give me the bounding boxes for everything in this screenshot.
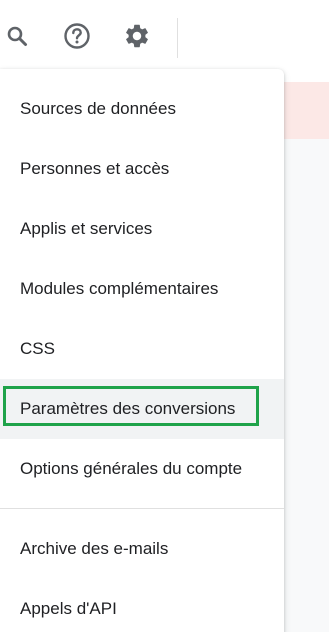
search-icon: [5, 24, 29, 48]
menu-item-css[interactable]: CSS: [0, 319, 284, 379]
menu-item-data-sources[interactable]: Sources de données: [0, 79, 284, 139]
menu-item-label: Appels d'API: [20, 599, 117, 618]
menu-item-email-archive[interactable]: Archive des e-mails: [0, 519, 284, 579]
gear-icon: [123, 22, 151, 50]
menu-item-label: Applis et services: [20, 219, 153, 238]
background-alert-banner: [284, 82, 329, 139]
menu-item-conversion-settings[interactable]: Paramètres des conversions: [0, 379, 284, 439]
page: Sources de données Personnes et accès Ap…: [0, 0, 329, 632]
menu-item-label: Paramètres des conversions: [20, 399, 236, 418]
menu-divider: [0, 508, 284, 509]
menu-item-label: CSS: [20, 339, 55, 358]
settings-button[interactable]: [123, 22, 151, 50]
help-circle-icon: [63, 22, 91, 50]
help-button[interactable]: [63, 22, 91, 50]
toolbar-divider: [177, 18, 178, 58]
top-toolbar: [0, 0, 329, 70]
menu-item-add-ons[interactable]: Modules complémentaires: [0, 259, 284, 319]
menu-item-label: Archive des e-mails: [20, 539, 169, 558]
menu-item-api-calls[interactable]: Appels d'API: [0, 579, 284, 632]
menu-item-label: Sources de données: [20, 99, 176, 118]
background-panel: [284, 139, 329, 632]
menu-item-apps-services[interactable]: Applis et services: [0, 199, 284, 259]
search-button[interactable]: [3, 22, 31, 50]
menu-item-people-access[interactable]: Personnes et accès: [0, 139, 284, 199]
menu-item-label: Personnes et accès: [20, 159, 170, 178]
menu-item-general-account-options[interactable]: Options générales du compte: [0, 439, 284, 499]
menu-item-label: Options générales du compte: [20, 459, 243, 478]
menu-item-label: Modules complémentaires: [20, 279, 219, 298]
